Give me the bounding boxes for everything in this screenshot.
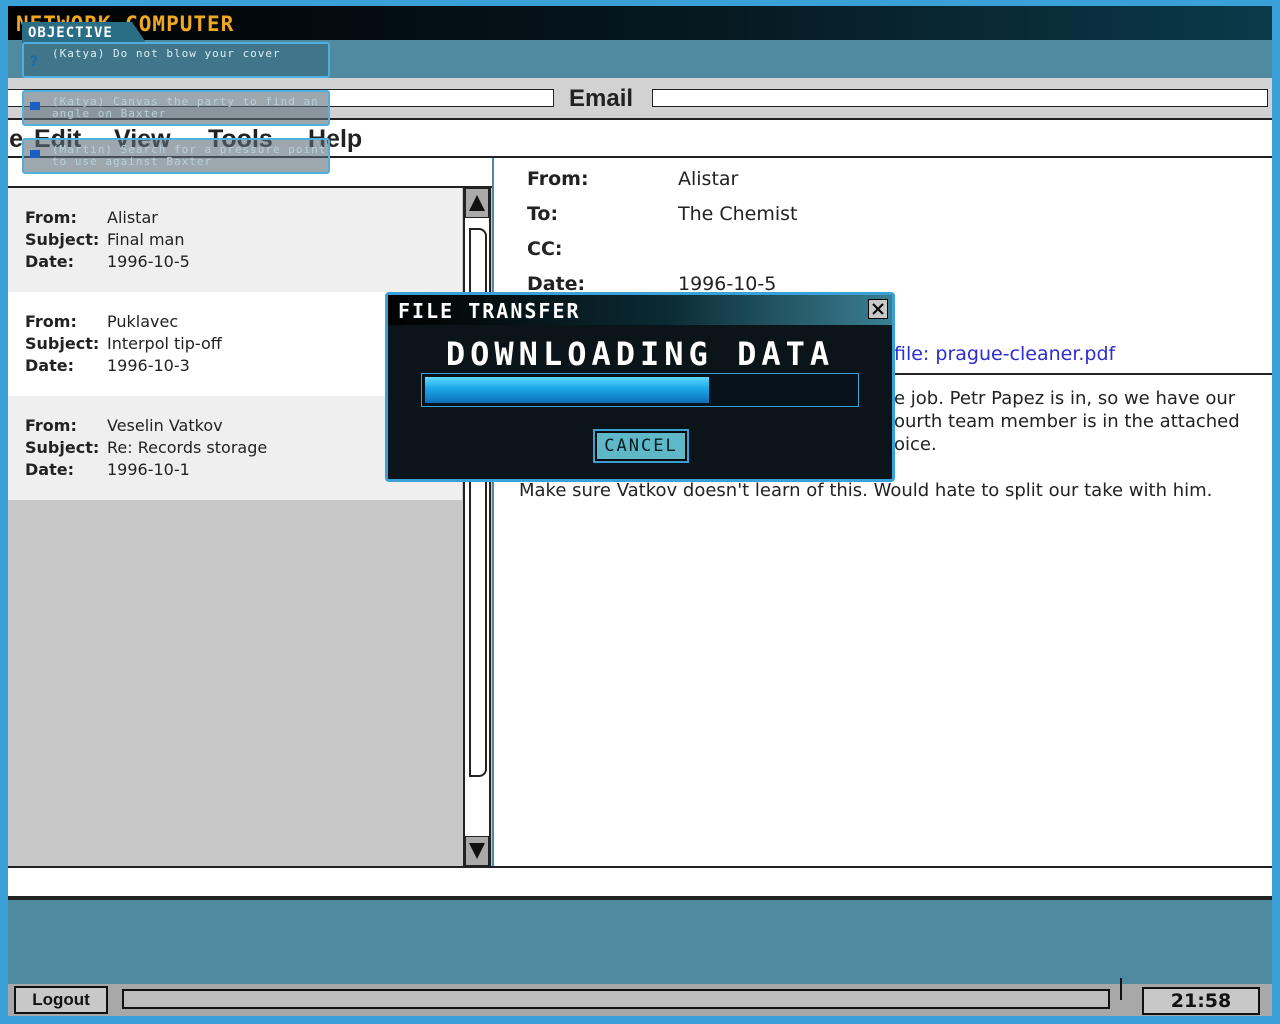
selection-marker xyxy=(0,432,3,462)
message-item[interactable]: From: Alistar Subject: Final man Date: 1… xyxy=(0,188,462,292)
objective-header-label: OBJECTIVE xyxy=(28,25,113,41)
progress-fill xyxy=(425,377,709,403)
scroll-down-button[interactable] xyxy=(465,836,489,866)
objective-text: (Katya) Do not blow your cover xyxy=(52,47,281,60)
objective-text: (Katya) Canvas the party to find an angl… xyxy=(52,95,319,120)
objective-header: OBJECTIVE xyxy=(22,22,147,44)
date-label: Date: xyxy=(25,252,74,271)
address-divider xyxy=(1275,87,1277,109)
date-label: Date: xyxy=(25,356,74,375)
email-body-line: Make sure Vatkov doesn't learn of this. … xyxy=(519,480,1213,501)
message-subject: Interpol tip-off xyxy=(107,334,222,353)
message-from: Veselin Vatkov xyxy=(107,416,223,435)
menu-file[interactable]: File xyxy=(0,125,23,154)
address-label: Email xyxy=(569,85,634,112)
to-label: To: xyxy=(527,203,559,225)
message-from: Alistar xyxy=(107,208,158,227)
cc-label: CC: xyxy=(527,238,563,260)
objective-item[interactable]: ? (Katya) Do not blow your cover xyxy=(22,42,330,78)
progress-bar xyxy=(421,373,859,407)
flag-icon xyxy=(30,102,40,110)
file-transfer-dialog: FILE TRANSFER DOWNLOADING DATA CANCEL xyxy=(385,292,895,482)
subject-label: Subject: xyxy=(25,438,100,457)
message-from: Puklavec xyxy=(107,312,179,331)
objective-item[interactable]: (Martin) Search for a pressure point to … xyxy=(22,138,330,174)
objective-item[interactable]: (Katya) Canvas the party to find an angl… xyxy=(22,90,330,126)
logout-button[interactable]: Logout xyxy=(14,986,108,1014)
subject-label: Subject: xyxy=(25,334,100,353)
message-view-pane: From: Alistar To: The Chemist CC: Date: … xyxy=(494,158,1280,866)
taskbar: Logout 21:58 xyxy=(8,978,1272,1018)
header-divider xyxy=(884,373,1280,375)
from-label: From: xyxy=(25,312,77,331)
email-body-line: oice. xyxy=(894,434,937,455)
message-date: 1996-10-5 xyxy=(107,252,190,271)
cancel-button[interactable]: CANCEL xyxy=(593,429,689,463)
date-label: Date: xyxy=(25,460,74,479)
dialog-title-bar: FILE TRANSFER xyxy=(388,295,892,325)
app-title-bar: NETWORK COMPUTER xyxy=(8,6,1272,40)
message-date: 1996-10-1 xyxy=(107,460,190,479)
email-body-line: ourth team member is in the attached xyxy=(894,411,1240,432)
message-date: 1996-10-3 xyxy=(107,356,190,375)
status-bar xyxy=(0,866,1280,900)
message-list-scrollbar[interactable] xyxy=(463,188,491,866)
email-from: Alistar xyxy=(678,168,739,190)
message-subject: Final man xyxy=(107,230,185,249)
arrow-up-icon xyxy=(469,195,485,211)
download-message: DOWNLOADING DATA xyxy=(445,335,835,373)
from-label: From: xyxy=(527,168,589,190)
email-body-line: e job. Petr Papez is in, so we have our xyxy=(894,388,1236,409)
subject-label: Subject: xyxy=(25,230,100,249)
from-label: From: xyxy=(25,416,77,435)
scroll-up-button[interactable] xyxy=(465,188,489,218)
flag-icon xyxy=(30,150,40,158)
clock: 21:58 xyxy=(1142,987,1260,1015)
message-list-pane: From: Alistar Subject: Final man Date: 1… xyxy=(0,158,492,866)
objective-text: (Martin) Search for a pressure point to … xyxy=(52,143,327,168)
dialog-title: FILE TRANSFER xyxy=(398,299,581,323)
from-label: From: xyxy=(25,208,77,227)
arrow-down-icon xyxy=(469,843,485,859)
message-subject: Re: Records storage xyxy=(107,438,268,457)
address-field-right[interactable] xyxy=(652,89,1268,107)
selection-marker xyxy=(0,328,3,358)
close-icon xyxy=(872,303,884,315)
selection-marker xyxy=(0,224,3,254)
attachment-link[interactable]: file: prague-cleaner.pdf xyxy=(894,343,1115,365)
question-icon: ? xyxy=(30,54,39,70)
taskbar-track xyxy=(122,989,1110,1009)
email-to: The Chemist xyxy=(678,203,798,225)
taskbar-divider xyxy=(1120,978,1122,1000)
close-button[interactable] xyxy=(868,299,888,319)
